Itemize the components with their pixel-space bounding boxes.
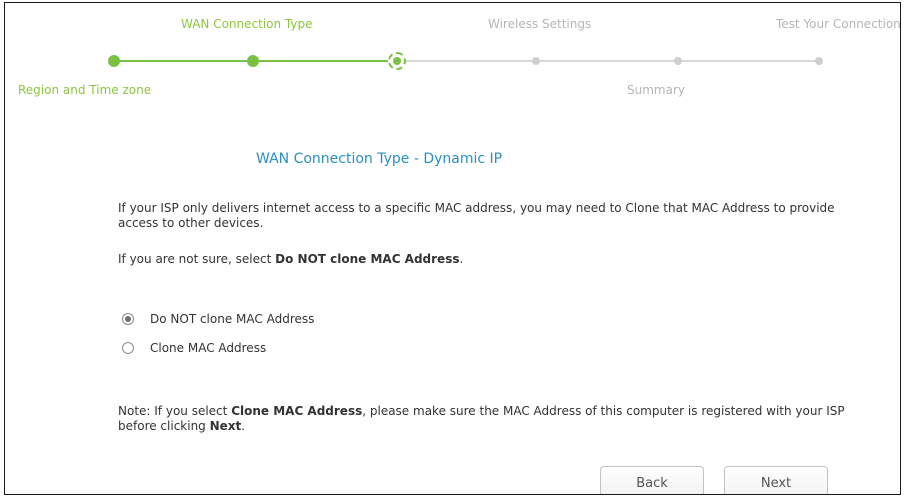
progress-track-remaining	[405, 60, 823, 62]
hint-text-suffix: .	[459, 252, 464, 266]
note-text-prefix: Note: If you select	[118, 404, 232, 418]
intro-text: If your ISP only delivers internet acces…	[118, 201, 835, 230]
step-label-region-and-time-zone: Region and Time zone	[18, 83, 152, 97]
note-text-suffix: .	[241, 419, 246, 433]
option-do-not-clone-mac[interactable]: Do NOT clone MAC Address	[122, 310, 314, 328]
page-title: WAN Connection Type - Dynamic IP	[256, 151, 503, 167]
step-label-summary: Summary	[627, 83, 685, 97]
hint-text-prefix: If you are not sure, select	[118, 252, 276, 266]
step-node-wan	[247, 55, 259, 67]
note-text-bold-clone: Clone MAC Address	[231, 404, 363, 418]
note-text-bold-next: Next	[209, 419, 242, 433]
step-node-wireless	[532, 57, 540, 65]
wizard-progress: WAN Connection Type Wireless Settings Te…	[5, 3, 901, 113]
hint-text-bold: Do NOT clone MAC Address	[275, 252, 460, 266]
hint-text: If you are not sure, select Do NOT clone…	[118, 252, 858, 267]
radio-do-not-clone-mac[interactable]	[122, 313, 134, 325]
step-label-wan-connection-type: WAN Connection Type	[181, 17, 313, 31]
note-text: Note: If you select Clone MAC Address, p…	[118, 404, 858, 434]
step-label-test-your-connection: Test Your Connection	[776, 17, 901, 31]
option-label-clone-mac: Clone MAC Address	[150, 341, 267, 355]
step-label-wireless-settings: Wireless Settings	[488, 17, 592, 31]
back-button[interactable]: Back	[600, 466, 704, 494]
step-node-current	[388, 52, 406, 70]
option-clone-mac[interactable]: Clone MAC Address	[122, 339, 266, 357]
step-node-test	[815, 57, 823, 65]
option-label-do-not-clone-mac: Do NOT clone MAC Address	[150, 312, 315, 326]
radio-clone-mac[interactable]	[122, 342, 134, 354]
wizard-frame: WAN Connection Type Wireless Settings Te…	[4, 2, 901, 495]
next-button[interactable]: Next	[724, 466, 828, 494]
step-node-summary	[674, 57, 682, 65]
step-node-region	[108, 55, 120, 67]
